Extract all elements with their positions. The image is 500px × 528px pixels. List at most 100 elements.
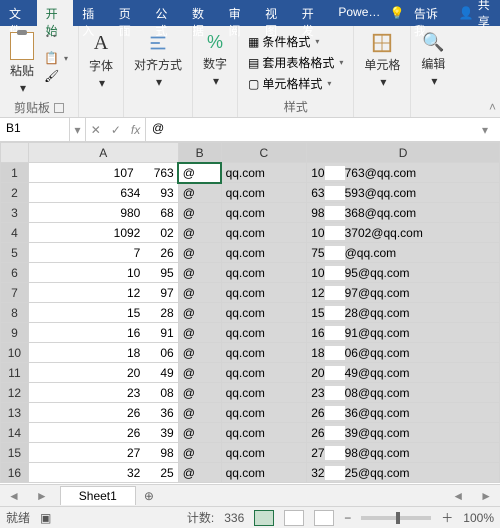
- cell[interactable]: @: [178, 403, 221, 423]
- cell[interactable]: 10000763@qq.com: [307, 163, 500, 183]
- tab-power[interactable]: Powe…: [329, 0, 389, 26]
- cell[interactable]: @: [178, 463, 221, 483]
- cancel-formula-icon[interactable]: ✕: [91, 123, 101, 137]
- format-as-table-button[interactable]: ▤套用表格格式▾: [246, 53, 345, 72]
- row-header[interactable]: 16: [1, 463, 29, 483]
- tab-tellme[interactable]: 告诉我: [405, 0, 451, 26]
- cell[interactable]: qq.com: [221, 323, 307, 343]
- tellme-bulb-icon[interactable]: 💡: [389, 0, 404, 26]
- tab-file[interactable]: 文件: [0, 0, 37, 26]
- paste-button[interactable]: 粘贴 ▾: [6, 30, 38, 97]
- conditional-format-button[interactable]: ▦条件格式▾: [246, 32, 321, 51]
- cell[interactable]: 2300008: [28, 383, 178, 403]
- cell[interactable]: 1500028@qq.com: [307, 303, 500, 323]
- cell[interactable]: 2300008@qq.com: [307, 383, 500, 403]
- cell[interactable]: qq.com: [221, 283, 307, 303]
- cell[interactable]: 2700098: [28, 443, 178, 463]
- row-header[interactable]: 15: [1, 443, 29, 463]
- cell[interactable]: @: [178, 163, 221, 183]
- cell[interactable]: 2000049: [28, 363, 178, 383]
- cell[interactable]: 1200097: [28, 283, 178, 303]
- cell[interactable]: 2600039@qq.com: [307, 423, 500, 443]
- cell[interactable]: 63400093: [28, 183, 178, 203]
- cell[interactable]: 109200002: [28, 223, 178, 243]
- cell[interactable]: qq.com: [221, 263, 307, 283]
- cell[interactable]: @: [178, 323, 221, 343]
- cell[interactable]: qq.com: [221, 343, 307, 363]
- cell[interactable]: 2600036: [28, 403, 178, 423]
- alignment-dropdown[interactable]: 对齐方式 ▾: [130, 30, 186, 91]
- cell[interactable]: qq.com: [221, 163, 307, 183]
- row-header[interactable]: 12: [1, 383, 29, 403]
- row-header[interactable]: 11: [1, 363, 29, 383]
- row-header[interactable]: 5: [1, 243, 29, 263]
- cell[interactable]: 1600091@qq.com: [307, 323, 500, 343]
- sheet-tab[interactable]: Sheet1: [60, 486, 136, 505]
- formula-input[interactable]: @: [146, 118, 482, 141]
- name-box[interactable]: B1: [0, 118, 70, 141]
- cell[interactable]: qq.com: [221, 463, 307, 483]
- cell[interactable]: qq.com: [221, 203, 307, 223]
- select-all-corner[interactable]: [1, 143, 29, 163]
- cell[interactable]: 1200097@qq.com: [307, 283, 500, 303]
- cell[interactable]: 1600091: [28, 323, 178, 343]
- cell-styles-button[interactable]: ▢单元格样式▾: [246, 74, 333, 93]
- row-header[interactable]: 8: [1, 303, 29, 323]
- hscroll-right[interactable]: ►: [472, 489, 500, 503]
- cell[interactable]: 1000095@qq.com: [307, 263, 500, 283]
- row-header[interactable]: 4: [1, 223, 29, 243]
- col-header-C[interactable]: C: [221, 143, 307, 163]
- tab-developer[interactable]: 开发: [293, 0, 330, 26]
- cell[interactable]: @: [178, 203, 221, 223]
- row-header[interactable]: 6: [1, 263, 29, 283]
- cell[interactable]: 100003702@qq.com: [307, 223, 500, 243]
- cut-button[interactable]: [42, 32, 70, 48]
- hscroll-left[interactable]: ◄: [444, 489, 472, 503]
- cell[interactable]: 700026: [28, 243, 178, 263]
- cell[interactable]: 1800006@qq.com: [307, 343, 500, 363]
- tab-review[interactable]: 审阅: [220, 0, 257, 26]
- cell[interactable]: 2600036@qq.com: [307, 403, 500, 423]
- cell[interactable]: @: [178, 443, 221, 463]
- cell[interactable]: qq.com: [221, 223, 307, 243]
- cell[interactable]: qq.com: [221, 183, 307, 203]
- confirm-formula-icon[interactable]: ✓: [111, 123, 121, 137]
- row-header[interactable]: 2: [1, 183, 29, 203]
- cell[interactable]: @: [178, 283, 221, 303]
- format-painter-button[interactable]: 🖌: [42, 68, 70, 84]
- tab-page-layout[interactable]: 页面: [110, 0, 147, 26]
- tab-home[interactable]: 开始: [37, 0, 74, 26]
- cell[interactable]: @: [178, 303, 221, 323]
- cell[interactable]: qq.com: [221, 363, 307, 383]
- col-header-B[interactable]: B: [178, 143, 221, 163]
- tab-view[interactable]: 视图: [256, 0, 293, 26]
- cell[interactable]: 2600039: [28, 423, 178, 443]
- cell[interactable]: 2000049@qq.com: [307, 363, 500, 383]
- row-header[interactable]: 9: [1, 323, 29, 343]
- worksheet-grid[interactable]: ABCD 1 107000763 @ qq.com 10000763@qq.co…: [0, 142, 500, 484]
- number-dropdown[interactable]: % 数字 ▾: [199, 30, 231, 90]
- row-header[interactable]: 13: [1, 403, 29, 423]
- share-button[interactable]: 👤 共享: [451, 0, 500, 26]
- cell[interactable]: 98000368@qq.com: [307, 203, 500, 223]
- row-header[interactable]: 14: [1, 423, 29, 443]
- cell[interactable]: @: [178, 263, 221, 283]
- cell[interactable]: qq.com: [221, 443, 307, 463]
- col-header-A[interactable]: A: [28, 143, 178, 163]
- collapse-ribbon-icon[interactable]: ˄: [489, 100, 496, 114]
- cell[interactable]: qq.com: [221, 383, 307, 403]
- copy-button[interactable]: 📋▾: [42, 50, 70, 66]
- sheet-nav-prev[interactable]: ◄: [0, 489, 28, 503]
- col-header-D[interactable]: D: [307, 143, 500, 163]
- cell[interactable]: qq.com: [221, 403, 307, 423]
- row-header[interactable]: 10: [1, 343, 29, 363]
- cell[interactable]: qq.com: [221, 423, 307, 443]
- font-dropdown[interactable]: A 字体 ▾: [85, 30, 117, 92]
- expand-formula-icon[interactable]: ▾: [482, 118, 500, 141]
- cell[interactable]: @: [178, 243, 221, 263]
- cell[interactable]: qq.com: [221, 303, 307, 323]
- cell[interactable]: @: [178, 363, 221, 383]
- row-header[interactable]: 7: [1, 283, 29, 303]
- cell[interactable]: @: [178, 223, 221, 243]
- cell[interactable]: 1500028: [28, 303, 178, 323]
